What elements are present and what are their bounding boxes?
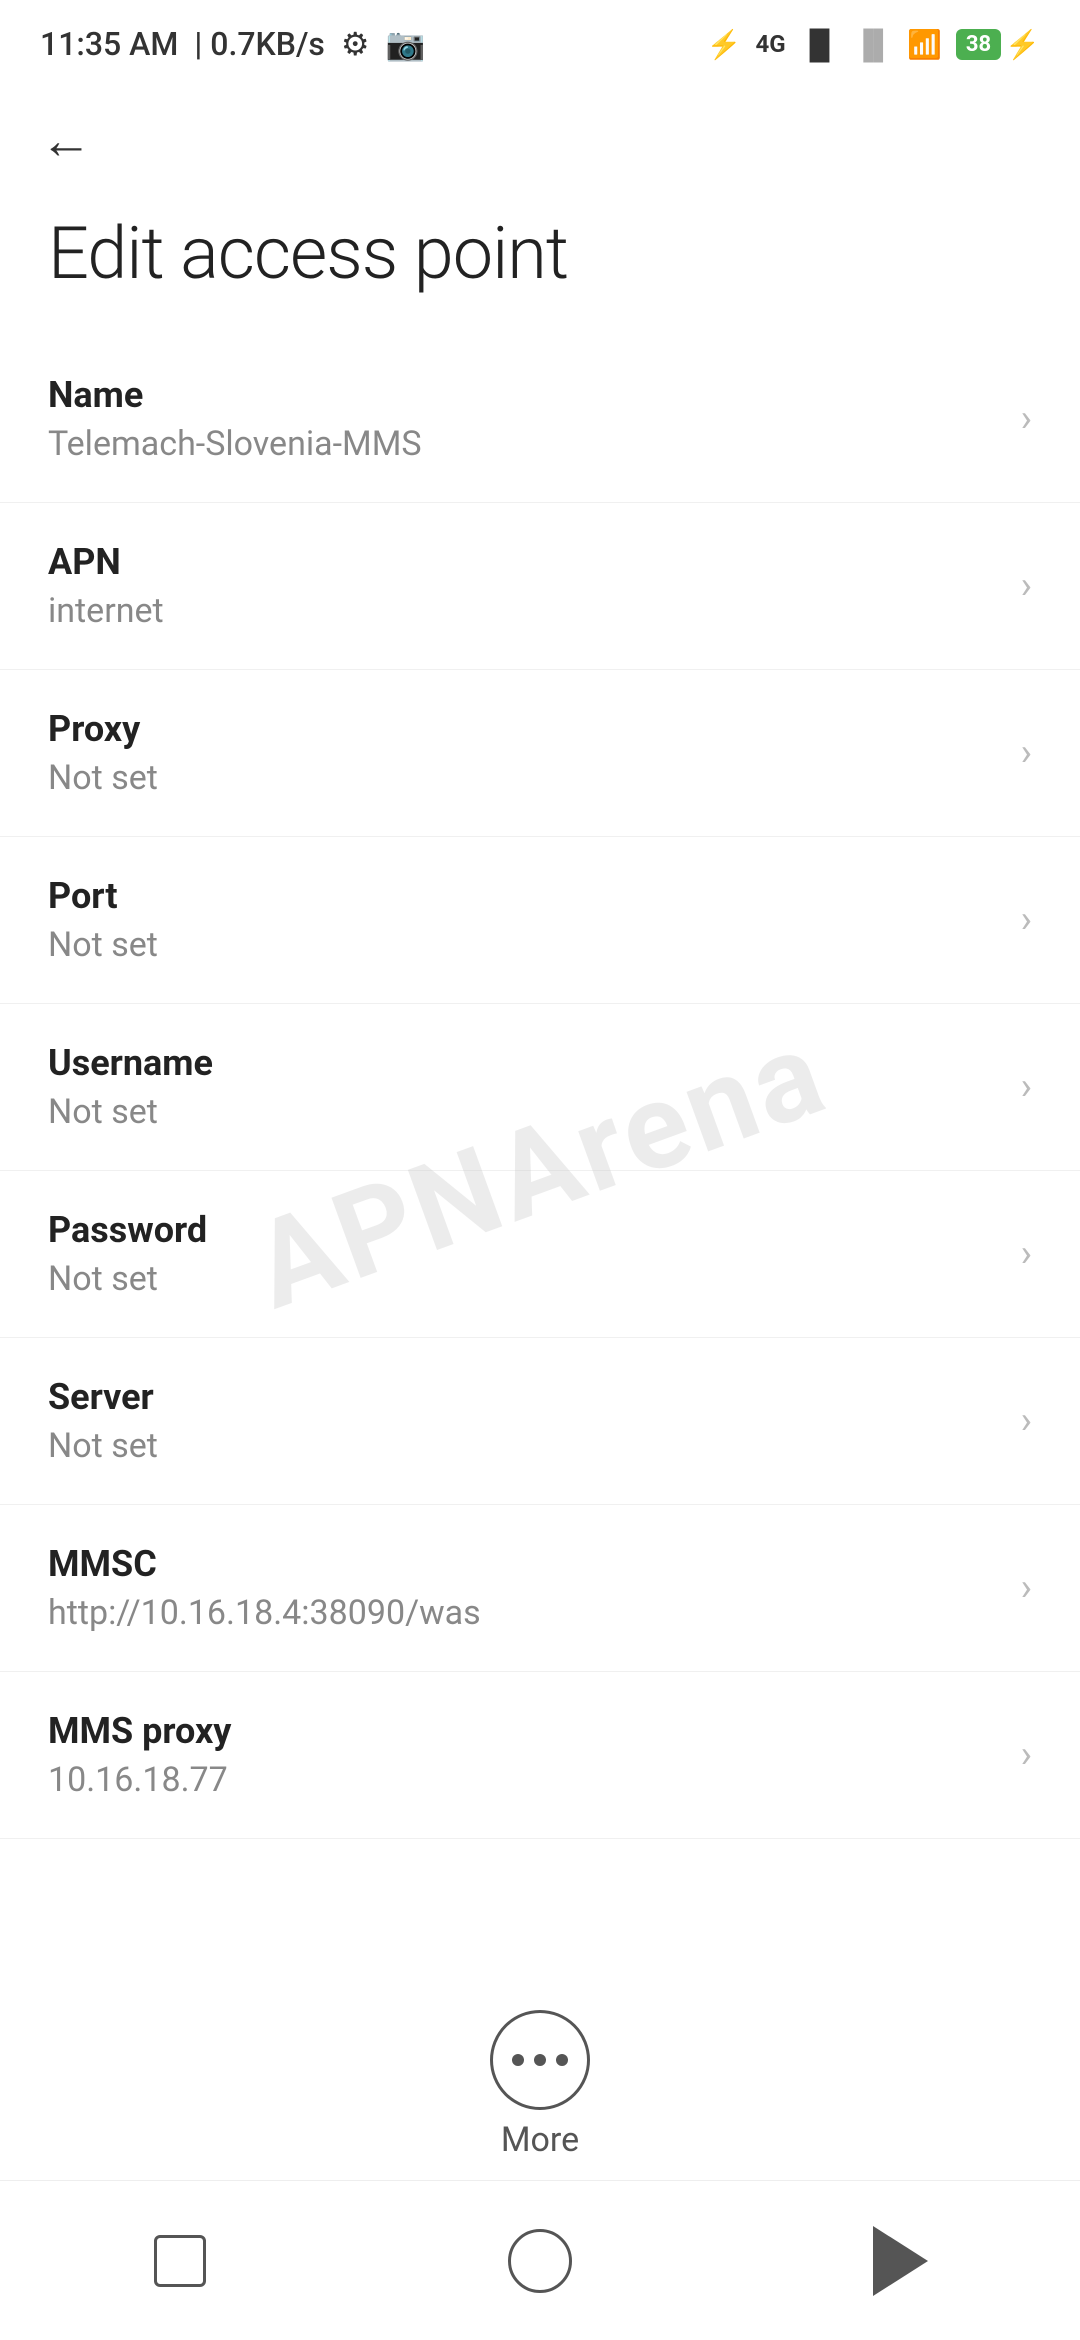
nav-square-icon <box>154 2235 206 2287</box>
more-button[interactable]: More <box>490 2010 590 2160</box>
battery-indicator: 38 <box>956 29 1001 60</box>
battery-container: 38 ⚡ <box>956 28 1040 61</box>
status-bar: 11:35 AM | 0.7KB/s ⚙ 📷 ⚡ 4G ▐▌ ▐▌ 📶 38 ⚡ <box>0 0 1080 80</box>
settings-value-name: Telemach-Slovenia-MMS <box>48 424 1001 464</box>
settings-item-mmsc-content: MMSC http://10.16.18.4:38090/was <box>48 1543 1001 1633</box>
settings-value-username: Not set <box>48 1092 1001 1132</box>
settings-item-password[interactable]: Password Not set › <box>0 1171 1080 1338</box>
chevron-icon-name: › <box>1021 397 1032 441</box>
chevron-icon-mmsc: › <box>1021 1566 1032 1610</box>
settings-value-password: Not set <box>48 1259 1001 1299</box>
dot-1 <box>512 2054 524 2066</box>
settings-label-mmsc: MMSC <box>48 1543 1001 1585</box>
chevron-icon-mms-proxy: › <box>1021 1733 1032 1777</box>
status-left: 11:35 AM | 0.7KB/s ⚙ 📷 <box>40 25 425 63</box>
settings-item-proxy[interactable]: Proxy Not set › <box>0 670 1080 837</box>
chevron-icon-server: › <box>1021 1399 1032 1443</box>
settings-label-port: Port <box>48 875 1001 917</box>
settings-label-name: Name <box>48 374 1001 416</box>
settings-list: Name Telemach-Slovenia-MMS › APN interne… <box>0 336 1080 1839</box>
settings-value-server: Not set <box>48 1426 1001 1466</box>
settings-label-proxy: Proxy <box>48 708 1001 750</box>
settings-icon: ⚙ <box>341 25 370 63</box>
signal-bars2-icon: ▐▌ <box>853 28 893 61</box>
settings-item-password-content: Password Not set <box>48 1209 1001 1299</box>
settings-item-name[interactable]: Name Telemach-Slovenia-MMS › <box>0 336 1080 503</box>
settings-item-port-content: Port Not set <box>48 875 1001 965</box>
time-display: 11:35 AM <box>40 25 178 63</box>
settings-item-server[interactable]: Server Not set › <box>0 1338 1080 1505</box>
back-arrow-icon[interactable]: ← <box>40 110 92 171</box>
wifi-icon: 📶 <box>907 28 942 61</box>
nav-triangle-icon <box>873 2226 928 2296</box>
nav-home-button[interactable] <box>130 2211 230 2311</box>
signal-bars-icon: ▐▌ <box>800 28 840 61</box>
settings-value-apn: internet <box>48 591 1001 631</box>
status-right: ⚡ 4G ▐▌ ▐▌ 📶 38 ⚡ <box>707 28 1040 61</box>
settings-item-mms-proxy[interactable]: MMS proxy 10.16.18.77 › <box>0 1672 1080 1839</box>
settings-item-name-content: Name Telemach-Slovenia-MMS <box>48 374 1001 464</box>
page-title: Edit access point <box>0 191 1080 336</box>
settings-item-username-content: Username Not set <box>48 1042 1001 1132</box>
settings-value-mms-proxy: 10.16.18.77 <box>48 1760 1001 1800</box>
chevron-icon-port: › <box>1021 898 1032 942</box>
more-dots-circle <box>490 2010 590 2110</box>
speed-display: | 0.7KB/s <box>194 25 325 63</box>
chevron-icon-apn: › <box>1021 564 1032 608</box>
settings-item-port[interactable]: Port Not set › <box>0 837 1080 1004</box>
nav-back-button[interactable] <box>490 2211 590 2311</box>
nav-recent-button[interactable] <box>850 2211 950 2311</box>
settings-item-proxy-content: Proxy Not set <box>48 708 1001 798</box>
back-button[interactable]: ← <box>0 80 1080 191</box>
settings-label-apn: APN <box>48 541 1001 583</box>
settings-label-password: Password <box>48 1209 1001 1251</box>
settings-item-server-content: Server Not set <box>48 1376 1001 1466</box>
dot-2 <box>534 2054 546 2066</box>
dot-3 <box>556 2054 568 2066</box>
settings-value-proxy: Not set <box>48 758 1001 798</box>
settings-value-port: Not set <box>48 925 1001 965</box>
more-button-area[interactable]: More <box>0 2010 1080 2160</box>
settings-label-server: Server <box>48 1376 1001 1418</box>
settings-item-mmsc[interactable]: MMSC http://10.16.18.4:38090/was › <box>0 1505 1080 1672</box>
nav-circle-icon <box>508 2229 572 2293</box>
charging-icon: ⚡ <box>1005 28 1040 61</box>
settings-item-username[interactable]: Username Not set › <box>0 1004 1080 1171</box>
bluetooth-icon: ⚡ <box>707 28 742 61</box>
settings-value-mmsc: http://10.16.18.4:38090/was <box>48 1593 1001 1633</box>
settings-item-mms-proxy-content: MMS proxy 10.16.18.77 <box>48 1710 1001 1800</box>
signal-4g-icon: 4G <box>755 30 785 58</box>
more-label: More <box>501 2120 579 2160</box>
settings-label-username: Username <box>48 1042 1001 1084</box>
video-icon: 📷 <box>386 25 426 63</box>
settings-item-apn-content: APN internet <box>48 541 1001 631</box>
settings-label-mms-proxy: MMS proxy <box>48 1710 1001 1752</box>
chevron-icon-proxy: › <box>1021 731 1032 775</box>
settings-item-apn[interactable]: APN internet › <box>0 503 1080 670</box>
chevron-icon-username: › <box>1021 1065 1032 1109</box>
chevron-icon-password: › <box>1021 1232 1032 1276</box>
nav-bar <box>0 2180 1080 2340</box>
